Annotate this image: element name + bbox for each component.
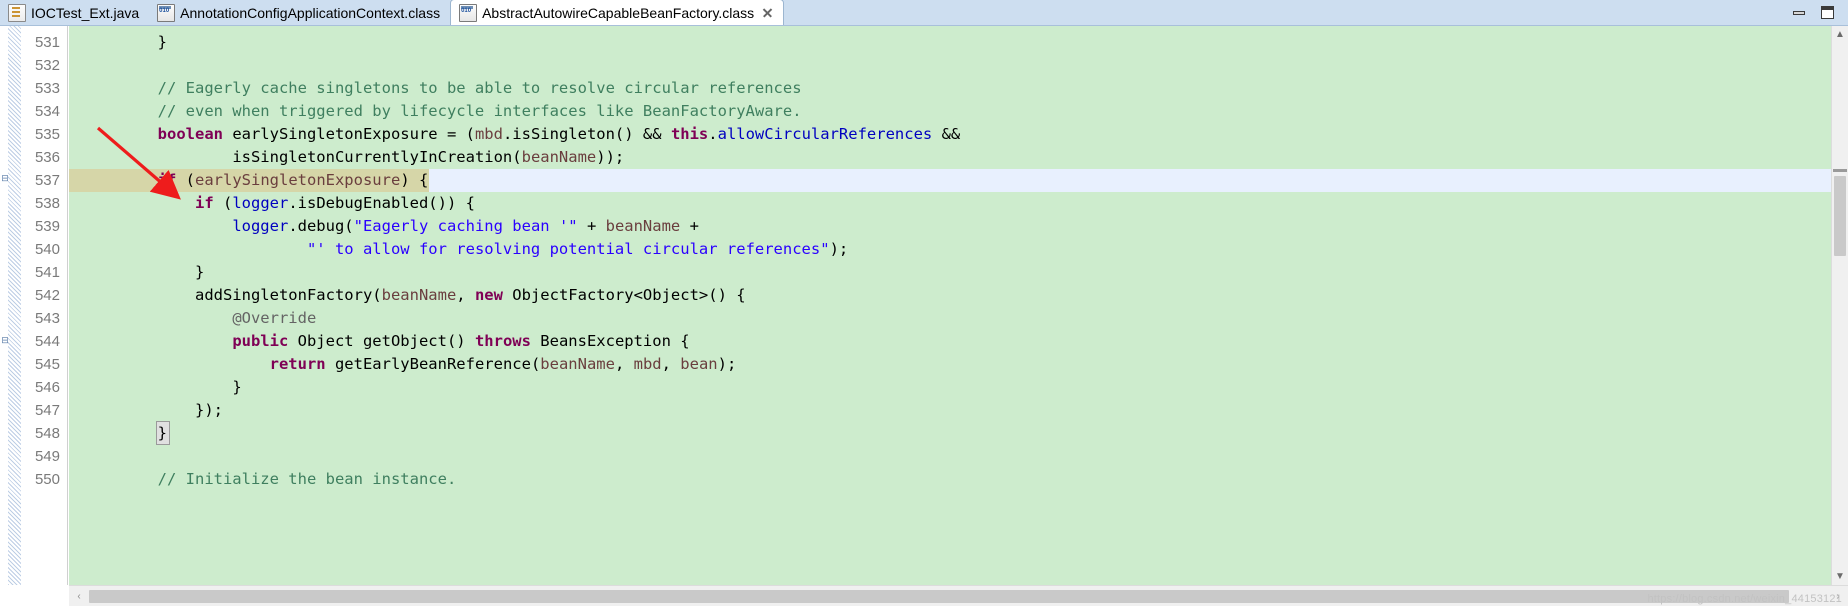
line-number: 535	[34, 126, 60, 143]
line-number: 544	[34, 333, 60, 350]
line-number: 539	[34, 218, 60, 235]
code-line-534[interactable]: // even when triggered by lifecycle inte…	[69, 100, 1831, 123]
scrollbar-marker-tick	[1833, 169, 1847, 172]
watermark-text: https://blog.csdn.net/weixin_44153121	[1647, 593, 1842, 605]
class-file-icon	[459, 3, 478, 22]
window-controls	[1792, 0, 1848, 25]
code-line-533[interactable]: // Eagerly cache singletons to be able t…	[69, 77, 1831, 100]
editor-tab-label: IOCTest_Ext.java	[31, 4, 140, 21]
code-line-543[interactable]: @Override	[69, 307, 1831, 330]
line-number: 541	[34, 264, 60, 281]
line-number: 545	[34, 356, 60, 373]
code-line-537[interactable]: if (earlySingletonExposure) {	[69, 169, 1831, 192]
close-icon[interactable]	[762, 7, 773, 18]
line-number: 549	[34, 448, 60, 465]
line-number: 538	[34, 195, 60, 212]
code-line-544[interactable]: public Object getObject() throws BeansEx…	[69, 330, 1831, 353]
fold-marker-537[interactable]: ⊟	[1, 174, 9, 183]
line-number: 543	[34, 310, 60, 327]
line-number: 533	[34, 80, 60, 97]
maximize-icon[interactable]	[1820, 5, 1834, 19]
code-line-536[interactable]: isSingletonCurrentlyInCreation(beanName)…	[69, 146, 1831, 169]
line-number: 547	[34, 402, 60, 419]
editor-tab-label: AbstractAutowireCapableBeanFactory.class	[482, 4, 755, 21]
java-file-icon	[8, 3, 26, 22]
line-number: 540	[34, 241, 60, 258]
code-line-538[interactable]: if (logger.isDebugEnabled()) {	[69, 192, 1831, 215]
scroll-up-icon[interactable]: ▲	[1832, 26, 1848, 43]
code-line-535[interactable]: boolean earlySingletonExposure = (mbd.is…	[69, 123, 1831, 146]
code-line-545[interactable]: return getEarlyBeanReference(beanName, m…	[69, 353, 1831, 376]
editor-tab-label: AnnotationConfigApplicationContext.class	[180, 4, 441, 21]
fold-marker-544[interactable]: ⊟	[1, 336, 9, 345]
editor-tab-0[interactable]: IOCTest_Ext.java	[0, 0, 150, 25]
code-line-548[interactable]: }	[69, 422, 1831, 445]
scrollbar-corner	[0, 585, 69, 606]
source-editor: ⊟ ⊟ 531 532 533 534 535 536 537 538 539 540 541 542…	[0, 26, 1848, 606]
editor-tab-1[interactable]: AnnotationConfigApplicationContext.class	[149, 0, 451, 25]
tab-strip: IOCTest_Ext.java AnnotationConfigApplicat…	[0, 0, 785, 25]
class-file-icon	[157, 3, 176, 22]
code-line-539[interactable]: logger.debug("Eagerly caching bean '" + …	[69, 215, 1831, 238]
code-text-area[interactable]: } // Eagerly cache singletons to be able…	[69, 26, 1831, 585]
code-line-549[interactable]	[69, 445, 1831, 468]
code-line-540[interactable]: "' to allow for resolving potential circ…	[69, 238, 1831, 261]
code-line-550[interactable]: // Initialize the bean instance.	[69, 468, 1831, 491]
line-number: 548	[34, 425, 60, 442]
horizontal-scrollbar-thumb[interactable]	[89, 590, 1789, 603]
editor-tab-2[interactable]: AbstractAutowireCapableBeanFactory.class	[450, 0, 785, 25]
minimize-icon[interactable]	[1792, 6, 1806, 19]
scroll-down-icon[interactable]: ▼	[1832, 568, 1848, 585]
line-number: 546	[34, 379, 60, 396]
line-number: 536	[34, 149, 60, 166]
marker-annotation-bar[interactable]: ⊟ ⊟	[0, 26, 22, 585]
line-number: 532	[34, 57, 60, 74]
vertical-scrollbar[interactable]: ▲ ▼	[1831, 26, 1848, 585]
editor-tab-bar: IOCTest_Ext.java AnnotationConfigApplicat…	[0, 0, 1848, 26]
code-line-546[interactable]: }	[69, 376, 1831, 399]
line-number: 537	[34, 172, 60, 189]
scroll-left-icon[interactable]: ‹	[71, 588, 87, 605]
tab-bar-spacer	[784, 0, 1792, 25]
vertical-scrollbar-thumb[interactable]	[1834, 176, 1846, 256]
line-number: 534	[34, 103, 60, 120]
eclipse-editor-window: IOCTest_Ext.java AnnotationConfigApplicat…	[0, 0, 1848, 606]
code-line-532[interactable]	[69, 54, 1831, 77]
line-number: 550	[34, 471, 60, 488]
code-line-547[interactable]: });	[69, 399, 1831, 422]
line-number-gutter: 531 532 533 534 535 536 537 538 539 540 541 542 543 5…	[22, 26, 68, 585]
line-number: 531	[34, 34, 60, 51]
horizontal-scrollbar[interactable]: ‹ › https://blog.csdn.net/weixin_4415312…	[69, 585, 1848, 606]
code-line-541[interactable]: }	[69, 261, 1831, 284]
line-number: 542	[34, 287, 60, 304]
code-line-531[interactable]: }	[69, 31, 1831, 54]
code-line-542[interactable]: addSingletonFactory(beanName, new Object…	[69, 284, 1831, 307]
